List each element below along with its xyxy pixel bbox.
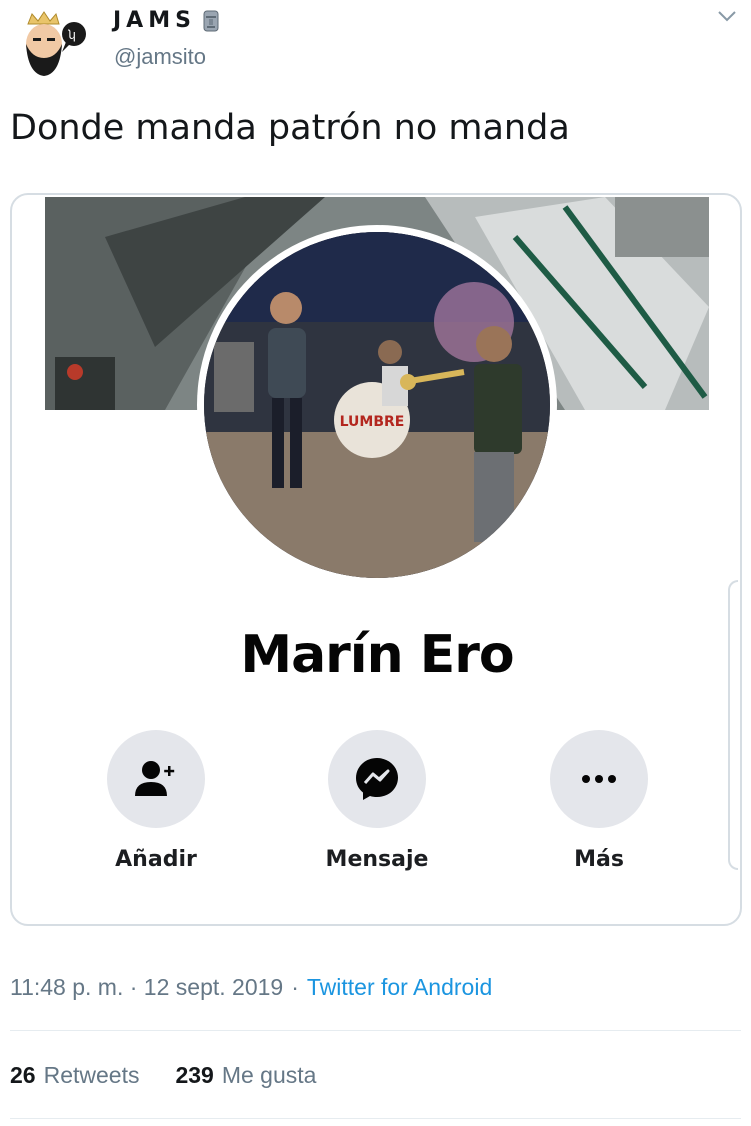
add-friend-label: Añadir [115, 847, 197, 872]
messenger-icon [356, 758, 398, 800]
tweet-meta: 11:48 p. m. · 12 sept. 2019 · Twitter fo… [10, 974, 492, 1001]
retweets-count: 26 [10, 1062, 36, 1088]
likes-count: 239 [175, 1062, 214, 1088]
more-label: Más [574, 847, 624, 872]
author-avatar[interactable]: ʮ [10, 8, 94, 80]
divider-bottom [10, 1118, 741, 1119]
profile-name: Marín Ero [240, 625, 514, 685]
more-icon [582, 775, 616, 783]
tweet-media-card[interactable]: LUMBRE Marín Ero Añadir Mensaje Más [10, 193, 742, 926]
author-name-text[interactable]: JAMS [113, 8, 196, 33]
author-handle[interactable]: @jamsito [114, 44, 206, 70]
likes-label: Me gusta [221, 1062, 317, 1088]
tweet-text: Donde manda patrón no manda [10, 108, 570, 148]
tweet-timestamp[interactable]: 11:48 p. m. · 12 sept. 2019 [10, 974, 283, 1001]
moai-emoji-icon [203, 10, 219, 31]
message-label: Mensaje [325, 847, 429, 872]
add-friend-circle[interactable] [107, 730, 205, 828]
chevron-down-icon[interactable] [716, 8, 738, 24]
likes-stat[interactable]: 239 Me gusta [175, 1062, 316, 1089]
retweets-stat[interactable]: 26 Retweets [10, 1062, 139, 1089]
more-circle[interactable] [550, 730, 648, 828]
tweet-source-link[interactable]: Twitter for Android [307, 974, 492, 1001]
message-circle[interactable] [328, 730, 426, 828]
svg-text:ʮ: ʮ [68, 28, 76, 42]
message-button[interactable]: Mensaje [297, 730, 457, 872]
add-friend-icon [135, 761, 175, 796]
retweets-label: Retweets [43, 1062, 140, 1088]
add-friend-button[interactable]: Añadir [76, 730, 236, 872]
divider-top [10, 1030, 741, 1031]
drum-label: LUMBRE [340, 414, 405, 430]
meta-separator: · [291, 974, 299, 1000]
scroll-indicator [728, 580, 738, 870]
profile-picture[interactable]: LUMBRE [204, 232, 550, 578]
more-button[interactable]: Más [519, 730, 679, 872]
author-name[interactable]: JAMS [113, 8, 220, 33]
tweet-stats: 26 Retweets 239 Me gusta [10, 1062, 352, 1089]
